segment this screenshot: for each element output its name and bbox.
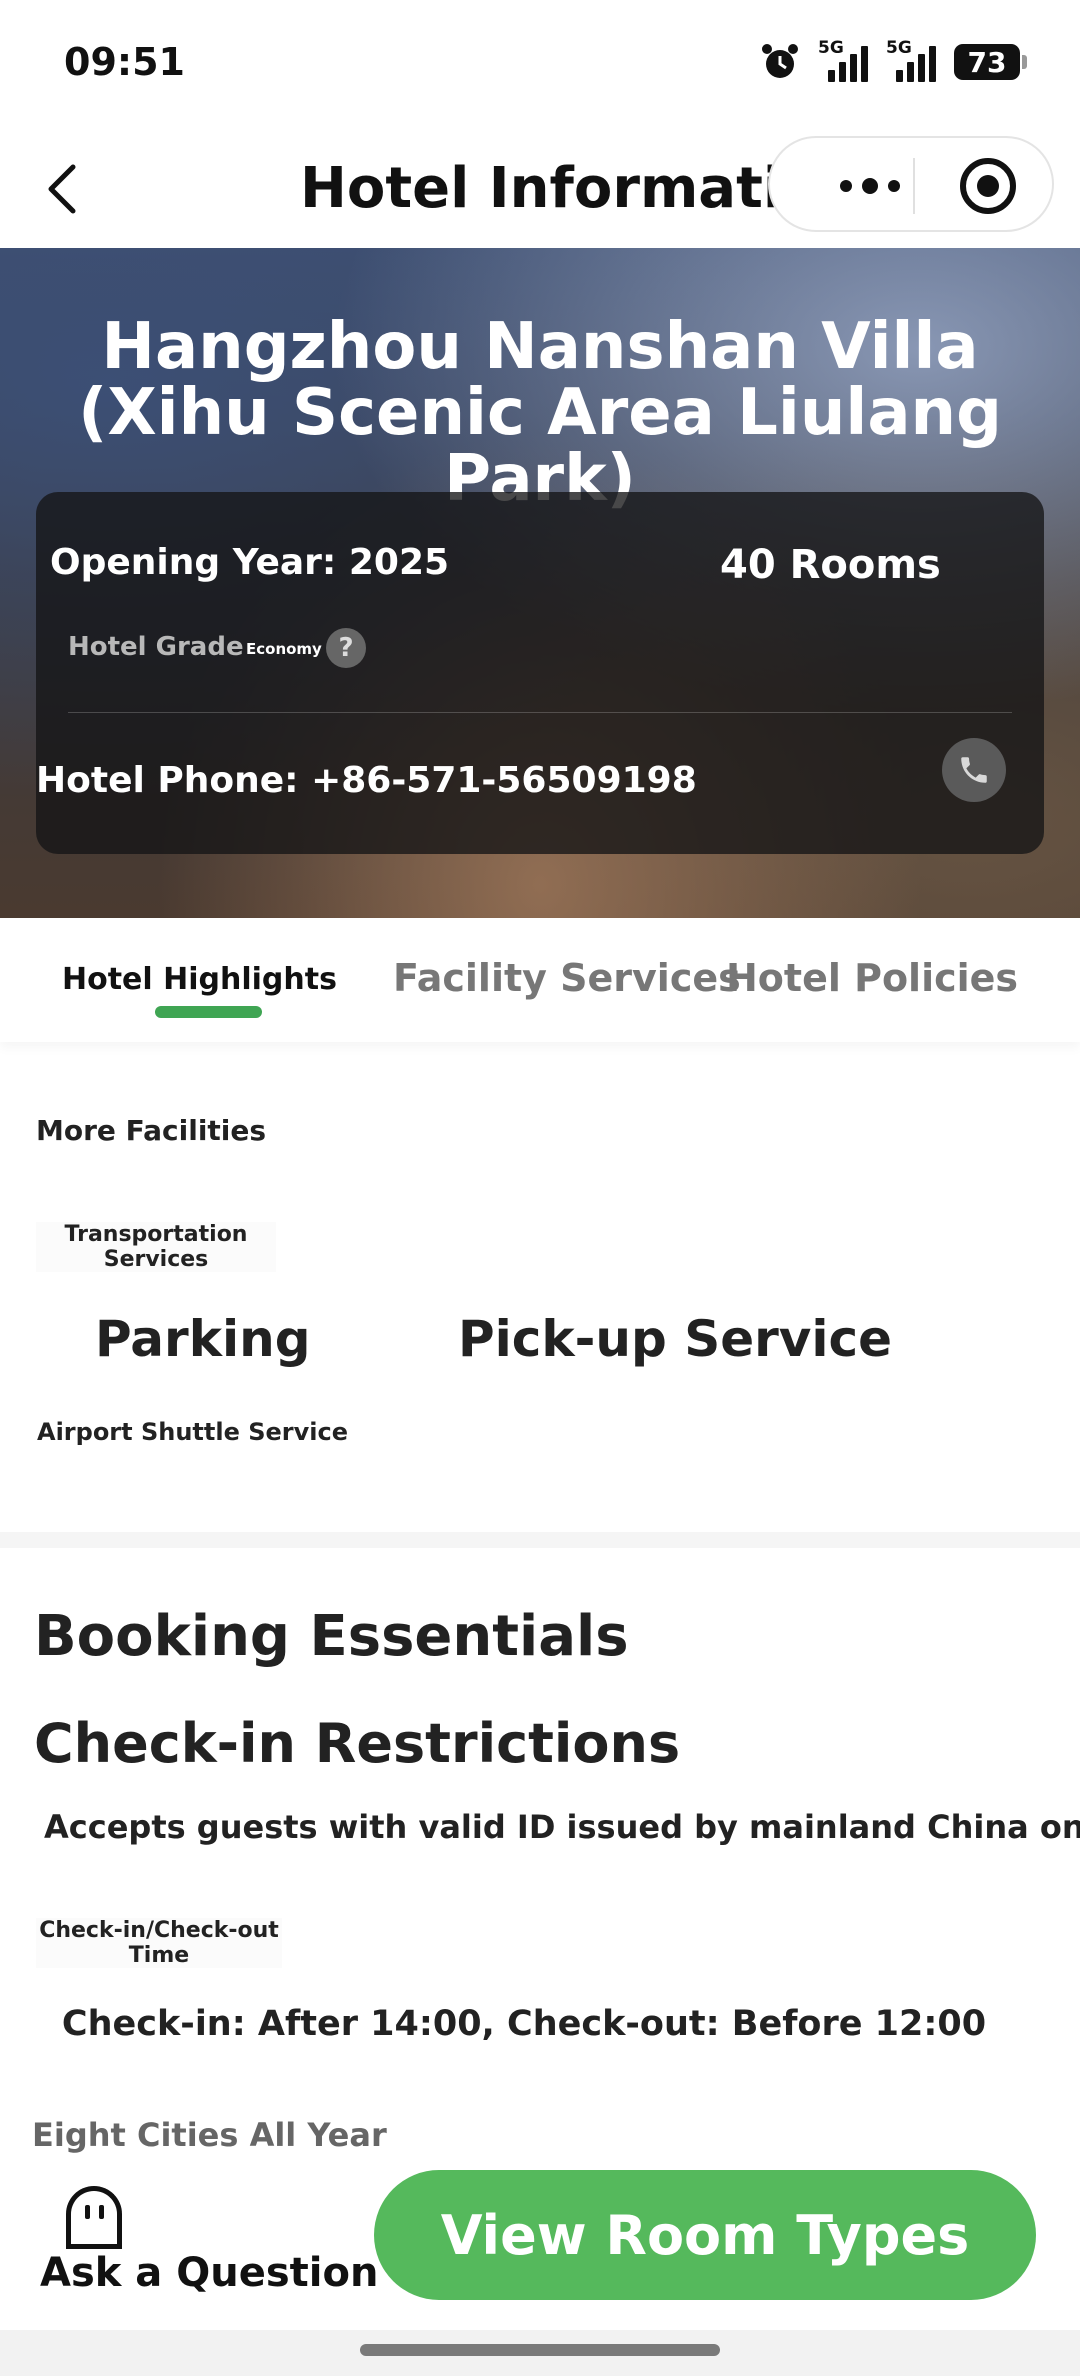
call-button[interactable] (942, 738, 1006, 802)
chevron-left-icon (48, 164, 76, 214)
target-icon[interactable] (960, 158, 1016, 214)
status-time: 09:51 (64, 40, 185, 84)
checkin-restrictions-heading: Check-in Restrictions (34, 1712, 681, 1775)
opening-year: Opening Year: 2025 (50, 542, 450, 583)
facility-pickup-service: Pick-up Service (458, 1310, 893, 1368)
phone-icon (961, 757, 987, 783)
section-tabs: Hotel Highlights Facility Services Hotel… (0, 918, 1080, 1042)
hotel-name: Hangzhou Nanshan Villa (Xihu Scenic Area… (78, 310, 1002, 516)
network-label: 5G (818, 38, 844, 58)
checkin-restriction-text: Accepts guests with valid ID issued by m… (44, 1808, 1080, 1846)
tab-facility-services[interactable]: Facility Services (393, 956, 741, 1000)
alarm-icon (760, 42, 800, 82)
network-label: 5G (886, 38, 912, 58)
more-facilities-heading: More Facilities (36, 1114, 267, 1147)
active-tab-indicator (155, 1006, 262, 1018)
status-bar: 09:51 5G 5G 73 (0, 0, 1080, 130)
more-icon[interactable] (810, 168, 930, 204)
transportation-services-label: Transportation Services (36, 1222, 276, 1272)
capsule-divider (913, 158, 915, 214)
airport-shuttle-service: Airport Shuttle Service (37, 1418, 349, 1446)
facility-parking: Parking (95, 1310, 311, 1368)
booking-essentials-heading: Booking Essentials (34, 1604, 629, 1669)
checkin-checkout-time-label: Check-in/Check-out Time (36, 1918, 282, 1968)
hotel-info-card: Opening Year: 2025 40 Rooms Hotel Grade … (36, 492, 1044, 854)
room-count: 40 Rooms (720, 542, 941, 588)
back-button[interactable] (36, 156, 86, 222)
signal-icon: 5G (886, 38, 936, 82)
status-icons: 5G 5G 73 (760, 38, 1027, 82)
hotel-hero: Hangzhou Nanshan Villa (Xihu Scenic Area… (0, 248, 1080, 918)
ask-question-label: Ask a Question (40, 2250, 379, 2296)
eight-cities-text: Eight Cities All Year (32, 2116, 387, 2154)
help-icon[interactable]: ? (326, 628, 366, 668)
hotel-grade-value: Economy (246, 640, 322, 658)
nav-bar: Hotel Information (0, 130, 1080, 248)
signal-icon: 5G (818, 38, 868, 82)
tab-hotel-policies[interactable]: Hotel Policies (726, 956, 1018, 1000)
checkin-checkout-time-value: Check-in: After 14:00, Check-out: Before… (61, 2004, 987, 2044)
home-indicator[interactable] (360, 2344, 720, 2356)
tab-hotel-highlights[interactable]: Hotel Highlights (62, 962, 337, 997)
hotel-grade-label: Hotel Grade (68, 632, 244, 662)
battery-icon: 73 (954, 44, 1027, 80)
chat-icon (66, 2186, 122, 2249)
divider (68, 712, 1012, 713)
view-room-types-button[interactable]: View Room Types (374, 2170, 1036, 2300)
section-separator (0, 1532, 1080, 1548)
bottom-action-bar: Ask a Question View Room Types (0, 2154, 1080, 2330)
mini-program-capsule (768, 136, 1054, 232)
hotel-phone: Hotel Phone: +86-571-56509198 (36, 760, 697, 801)
